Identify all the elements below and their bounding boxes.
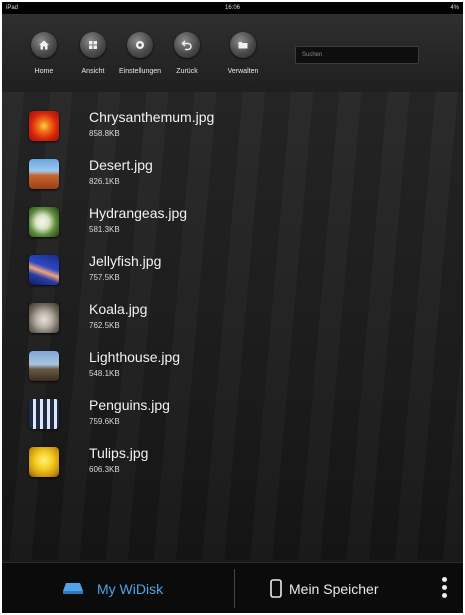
- back-icon: [174, 32, 200, 58]
- desert-thumbnail: [29, 159, 59, 189]
- home-icon: [31, 32, 57, 58]
- file-size: 757.5KB: [89, 273, 120, 282]
- manage-label: Verwalten: [227, 68, 259, 75]
- file-name: Jellyfish.jpg: [89, 253, 162, 269]
- status-time: 16:06: [224, 5, 240, 11]
- status-bar: iPad 16:06 4%: [2, 2, 463, 14]
- battery-label: 4%: [450, 5, 459, 11]
- file-name: Tulips.jpg: [89, 445, 149, 461]
- file-name: Chrysanthemum.jpg: [89, 109, 215, 125]
- list-item[interactable]: Desert.jpg 826.1KB: [2, 154, 463, 198]
- list-item[interactable]: Lighthouse.jpg 548.1KB: [2, 346, 463, 390]
- file-list: Chrysanthemum.jpg 858.8KB Desert.jpg 826…: [2, 92, 463, 560]
- toolbar: Home Ansicht Einstellungen Zurück Verwal…: [2, 14, 463, 92]
- jellyfish-thumbnail: [29, 255, 59, 285]
- grid-icon: [80, 32, 106, 58]
- file-name: Hydrangeas.jpg: [89, 205, 188, 221]
- file-size: 548.1KB: [89, 369, 120, 378]
- file-size: 606.3KB: [89, 465, 120, 474]
- file-name: Desert.jpg: [89, 157, 153, 173]
- list-item[interactable]: Tulips.jpg 606.3KB: [2, 442, 463, 486]
- back-label: Zurück: [176, 68, 198, 75]
- file-name: Penguins.jpg: [89, 397, 170, 413]
- tab-mein-speicher[interactable]: Mein Speicher: [270, 563, 379, 613]
- file-size: 581.3KB: [89, 225, 120, 234]
- bottom-tab-bar: My WiDisk Mein Speicher: [2, 562, 463, 613]
- ipad-screen: iPad 16:06 4% Home Ansicht Einstellungen: [2, 2, 463, 613]
- list-item[interactable]: Chrysanthemum.jpg 858.8KB: [2, 106, 463, 150]
- tab-mein-speicher-label: Mein Speicher: [289, 580, 379, 597]
- tab-my-widisk-label: My WiDisk: [97, 580, 164, 597]
- file-name: Koala.jpg: [89, 301, 148, 317]
- list-item[interactable]: Koala.jpg 762.5KB: [2, 298, 463, 342]
- lighthouse-thumbnail: [29, 351, 59, 381]
- file-name: Lighthouse.jpg: [89, 349, 181, 365]
- file-size: 759.6KB: [89, 417, 120, 426]
- file-size: 858.8KB: [89, 129, 120, 138]
- search-input[interactable]: Suchen: [295, 46, 419, 64]
- tab-divider: [234, 569, 235, 608]
- list-item[interactable]: Penguins.jpg 759.6KB: [2, 394, 463, 438]
- back-button[interactable]: Zurück: [157, 32, 217, 75]
- tulips-thumbnail: [29, 447, 59, 477]
- gear-icon: [127, 32, 153, 58]
- folder-icon: [230, 32, 256, 58]
- list-item[interactable]: Jellyfish.jpg 757.5KB: [2, 250, 463, 294]
- more-vertical-icon[interactable]: [439, 577, 449, 601]
- koala-thumbnail: [29, 303, 59, 333]
- manage-button[interactable]: Verwalten: [213, 32, 273, 75]
- penguins-thumbnail: [29, 399, 59, 429]
- drive-icon: [62, 582, 84, 595]
- phone-icon: [270, 579, 282, 598]
- list-item[interactable]: Hydrangeas.jpg 581.3KB: [2, 202, 463, 246]
- tab-my-widisk[interactable]: My WiDisk: [62, 563, 163, 613]
- hydrangeas-thumbnail: [29, 207, 59, 237]
- carrier-label: iPad: [6, 5, 19, 11]
- file-size: 762.5KB: [89, 321, 120, 330]
- chrysanthemum-thumbnail: [29, 111, 59, 141]
- file-size: 826.1KB: [89, 177, 120, 186]
